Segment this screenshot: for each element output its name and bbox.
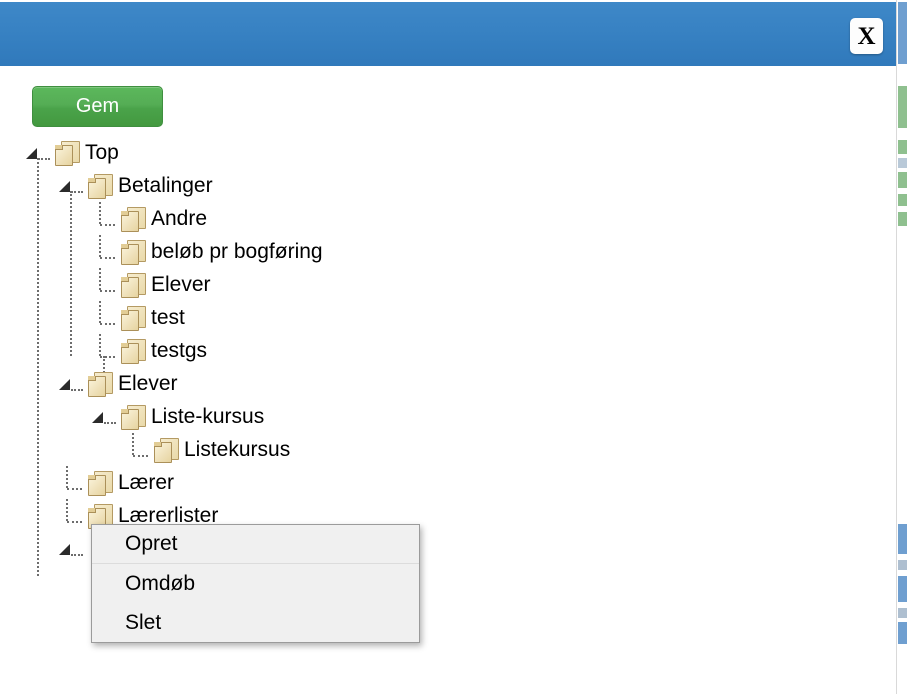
folder-icon bbox=[120, 338, 146, 364]
folder-icon bbox=[54, 140, 80, 166]
tree-node-listekursus[interactable]: Listekursus bbox=[0, 433, 896, 466]
tree-node-andre[interactable]: Andre bbox=[0, 202, 896, 235]
expander-leaf-icon[interactable] bbox=[119, 433, 151, 466]
tree-node-testgs[interactable]: testgs bbox=[0, 334, 896, 367]
context-menu-item-omdob[interactable]: Omdøb bbox=[92, 564, 419, 603]
expander-collapse-icon[interactable] bbox=[20, 136, 52, 169]
close-icon: X bbox=[857, 22, 876, 50]
expander-leaf-icon[interactable] bbox=[53, 499, 85, 532]
minimap-mark bbox=[898, 560, 907, 570]
expander-leaf-icon[interactable] bbox=[86, 334, 118, 367]
folder-icon bbox=[120, 305, 146, 331]
minimap-mark bbox=[898, 622, 907, 644]
tree-node-label: test bbox=[151, 306, 185, 329]
folder-tree: Top Betalinger Andre beløb pr bogføring bbox=[0, 136, 896, 576]
tree-node-label: Liste-kursus bbox=[151, 405, 265, 428]
expander-leaf-icon[interactable] bbox=[86, 235, 118, 268]
minimap-mark bbox=[898, 608, 907, 618]
minimap-mark bbox=[898, 2, 907, 64]
tree-node-label: testgs bbox=[151, 339, 208, 362]
expander-leaf-icon[interactable] bbox=[86, 301, 118, 334]
expander-leaf-icon[interactable] bbox=[53, 466, 85, 499]
tree-node-label: Lærerlister bbox=[118, 504, 219, 527]
context-menu-item-opret[interactable]: Opret bbox=[92, 525, 419, 564]
tree-node-label: Lærer bbox=[118, 471, 175, 494]
folder-icon bbox=[120, 206, 146, 232]
tree-node-label: Elever bbox=[118, 372, 178, 395]
folder-icon bbox=[120, 239, 146, 265]
context-menu-item-slet[interactable]: Slet bbox=[92, 603, 419, 642]
folder-icon bbox=[87, 173, 113, 199]
tree-node-elever-child[interactable]: Elever bbox=[0, 268, 896, 301]
folder-icon bbox=[153, 437, 179, 463]
tree-node-label: Betalinger bbox=[118, 174, 213, 197]
minimap-mark bbox=[898, 212, 907, 226]
minimap-mark bbox=[898, 86, 907, 128]
minimap-mark bbox=[898, 158, 907, 168]
tree-node-test[interactable]: test bbox=[0, 301, 896, 334]
scrollbar-minimap[interactable] bbox=[896, 0, 908, 694]
tree-node-label: Elever bbox=[151, 273, 211, 296]
save-button[interactable]: Gem bbox=[32, 86, 163, 127]
tree-node-label: beløb pr bogføring bbox=[151, 240, 323, 263]
minimap-mark bbox=[898, 524, 907, 554]
application-window: X Gem Top Betalinger Andre beløb pr bogf… bbox=[0, 0, 896, 694]
expander-collapse-icon[interactable] bbox=[53, 367, 85, 400]
expander-leaf-icon[interactable] bbox=[86, 202, 118, 235]
tree-node-liste-kursus[interactable]: Liste-kursus bbox=[0, 400, 896, 433]
tree-node-label: Andre bbox=[151, 207, 208, 230]
folder-icon bbox=[87, 470, 113, 496]
folder-icon bbox=[87, 371, 113, 397]
tree-node-label: Top bbox=[85, 141, 119, 164]
expander-collapse-icon[interactable] bbox=[53, 169, 85, 202]
tree-node-belob-pr-bogforing[interactable]: beløb pr bogføring bbox=[0, 235, 896, 268]
minimap-mark bbox=[898, 140, 907, 154]
expander-collapse-icon[interactable] bbox=[53, 532, 85, 565]
context-menu: Opret Omdøb Slet bbox=[91, 524, 420, 643]
minimap-mark bbox=[898, 172, 907, 188]
minimap-mark bbox=[898, 576, 907, 602]
expander-collapse-icon[interactable] bbox=[86, 400, 118, 433]
folder-icon bbox=[120, 272, 146, 298]
tree-node-betalinger[interactable]: Betalinger bbox=[0, 169, 896, 202]
tree-node-label: Listekursus bbox=[184, 438, 291, 461]
tree-node-laerer[interactable]: Lærer bbox=[0, 466, 896, 499]
tree-node-elever[interactable]: Elever bbox=[0, 367, 896, 400]
expander-leaf-icon[interactable] bbox=[86, 268, 118, 301]
title-bar: X bbox=[0, 2, 896, 66]
minimap-mark bbox=[898, 194, 907, 206]
close-button[interactable]: X bbox=[850, 18, 883, 54]
folder-icon bbox=[120, 404, 146, 430]
tree-node-top[interactable]: Top bbox=[0, 136, 896, 169]
